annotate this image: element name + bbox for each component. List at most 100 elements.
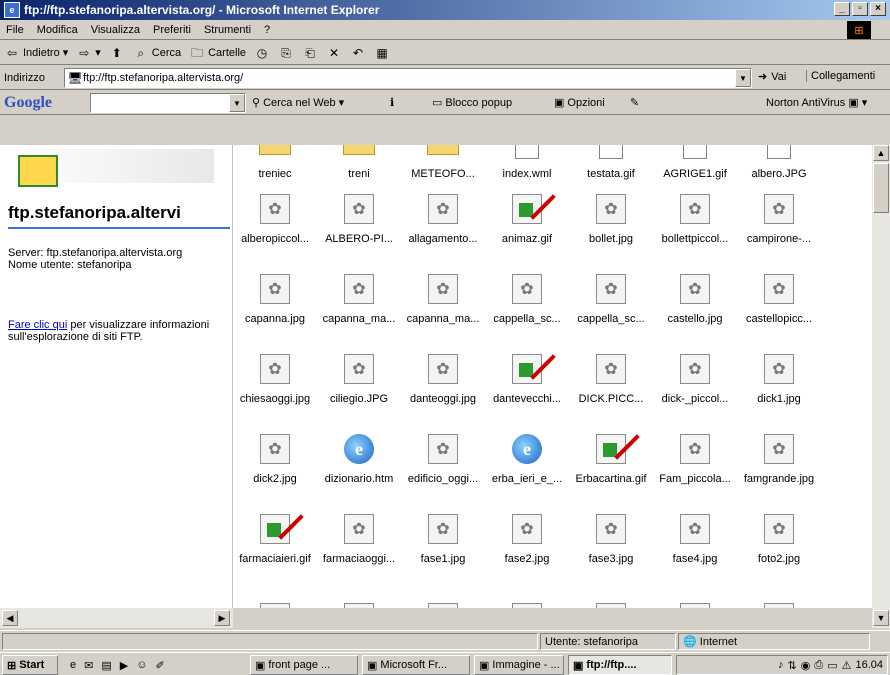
file-item[interactable]: ✿ bollet.jpg xyxy=(569,193,653,245)
file-item[interactable]: index.wml xyxy=(485,145,569,180)
task-immagine[interactable]: ▣ Immagine - ... xyxy=(474,655,564,675)
network-icon[interactable]: ⇅ xyxy=(788,659,797,672)
ie-quicklaunch-icon[interactable]: e xyxy=(70,659,76,671)
task-ftp-active[interactable]: ▣ ftp://ftp.... xyxy=(568,655,672,675)
search-web-button[interactable]: ⚲ Cerca nel Web ▾ xyxy=(252,96,344,110)
file-item[interactable]: ✿ dick2.jpg xyxy=(233,433,317,485)
minimize-button[interactable]: _ xyxy=(834,2,850,16)
google-search-dropdown[interactable]: ▼ xyxy=(229,94,245,112)
file-item[interactable]: ✿ ciliegio.JPG xyxy=(317,353,401,405)
file-item[interactable]: e erba_ieri_e_... xyxy=(485,433,569,485)
google-logo[interactable]: Google xyxy=(4,94,52,112)
menu-preferiti[interactable]: Preferiti xyxy=(153,24,191,36)
title-bar[interactable]: e ftp://ftp.stefanoripa.altervista.org/ … xyxy=(0,0,890,20)
norton-antivirus-button[interactable]: Norton AntiVirus ▣ ▾ xyxy=(766,96,867,110)
file-item[interactable]: treni xyxy=(317,145,401,180)
vertical-scrollbar[interactable]: ▲ ▼ xyxy=(872,145,890,628)
file-item[interactable]: animaz.gif xyxy=(485,193,569,245)
popup-blocker-button[interactable]: ▭ Blocco popup xyxy=(432,96,512,110)
file-item[interactable]: ✿ fase3.jpg xyxy=(569,513,653,565)
file-item[interactable]: ✿ capanna.jpg xyxy=(233,273,317,325)
file-item[interactable]: ✿ dick1.jpg xyxy=(737,353,821,405)
file-item[interactable]: ✿ famgrande.jpg xyxy=(737,433,821,485)
scroll-up-arrow[interactable]: ▲ xyxy=(873,145,889,161)
file-item[interactable]: dantevecchi... xyxy=(485,353,569,405)
options-button[interactable]: ▣ Opzioni xyxy=(554,96,605,110)
volume-icon[interactable]: ♪ xyxy=(778,659,784,671)
close-button[interactable]: × xyxy=(870,2,886,16)
views-icon[interactable]: ▦ xyxy=(374,45,390,61)
file-item[interactable]: farmaciaieri.gif xyxy=(233,513,317,565)
partial-file-icon[interactable] xyxy=(260,603,290,608)
file-item[interactable]: ✿ cappella_sc... xyxy=(485,273,569,325)
outlook-quicklaunch-icon[interactable]: ✉ xyxy=(84,659,93,672)
scroll-left-arrow[interactable]: ◀ xyxy=(2,610,18,626)
go-button[interactable]: ➜ Vai xyxy=(758,70,786,84)
start-button[interactable]: ⊞ Start xyxy=(2,655,58,675)
file-item[interactable]: ✿ Fam_piccola... xyxy=(653,433,737,485)
file-item[interactable]: Erbacartina.gif xyxy=(569,433,653,485)
highlight-icon[interactable]: ✎ xyxy=(630,96,639,109)
file-item[interactable]: ✿ danteoggi.jpg xyxy=(401,353,485,405)
file-item[interactable]: testata.gif xyxy=(569,145,653,180)
partial-file-icon[interactable] xyxy=(428,603,458,608)
file-item[interactable]: e dizionario.htm xyxy=(317,433,401,485)
file-item[interactable]: ✿ edificio_oggi... xyxy=(401,433,485,485)
partial-file-icon[interactable] xyxy=(596,603,626,608)
security-icon[interactable]: ⚠ xyxy=(842,659,852,672)
media-player-quicklaunch-icon[interactable]: ▶ xyxy=(120,659,128,672)
norton-tray-icon[interactable]: ◉ xyxy=(801,659,811,672)
move-to-icon[interactable]: ⎘ xyxy=(278,45,294,61)
info-link[interactable]: Fare clic qui xyxy=(8,319,67,331)
vertical-scroll-thumb[interactable] xyxy=(873,163,889,213)
menu-strumenti[interactable]: Strumenti xyxy=(204,24,251,36)
desktop-quicklaunch-icon[interactable]: ▤ xyxy=(101,659,111,672)
search-button[interactable]: ⌕ Cerca xyxy=(133,45,181,61)
task-microsoft-fr[interactable]: ▣ Microsoft Fr... xyxy=(362,655,470,675)
file-item[interactable]: ✿ chiesaoggi.jpg xyxy=(233,353,317,405)
page-info-icon[interactable]: ℹ xyxy=(390,96,394,109)
file-item[interactable]: ✿ allagamento... xyxy=(401,193,485,245)
delete-icon[interactable]: ✕ xyxy=(326,45,342,61)
file-item[interactable]: AGRIGE1.gif xyxy=(653,145,737,180)
google-search-input[interactable]: ▼ xyxy=(90,93,246,113)
file-item[interactable]: ✿ castello.jpg xyxy=(653,273,737,325)
partial-file-icon[interactable] xyxy=(680,603,710,608)
partial-file-icon[interactable] xyxy=(764,603,794,608)
menu-visualizza[interactable]: Visualizza xyxy=(91,24,140,36)
file-item[interactable]: ✿ capanna_ma... xyxy=(317,273,401,325)
file-item[interactable]: ✿ dick-_piccol... xyxy=(653,353,737,405)
file-item[interactable]: ✿ foto2.jpg xyxy=(737,513,821,565)
file-item[interactable]: ✿ capanna_ma... xyxy=(401,273,485,325)
address-dropdown-arrow[interactable]: ▼ xyxy=(735,69,751,87)
left-pane-horizontal-scrollbar[interactable]: ◀ ▶ xyxy=(0,608,233,628)
menu-modifica[interactable]: Modifica xyxy=(37,24,78,36)
history-icon[interactable]: ◷ xyxy=(254,45,270,61)
undo-icon[interactable]: ↶ xyxy=(350,45,366,61)
file-item[interactable]: ✿ alberopiccol... xyxy=(233,193,317,245)
paint-quicklaunch-icon[interactable]: ✐ xyxy=(155,659,164,672)
partial-file-icon[interactable] xyxy=(512,603,542,608)
file-item[interactable]: ✿ farmaciaoggi... xyxy=(317,513,401,565)
ie-window-icon[interactable]: e xyxy=(4,2,20,18)
file-item[interactable]: treniec xyxy=(233,145,317,180)
partial-file-icon[interactable] xyxy=(344,603,374,608)
maximize-button[interactable]: ▫ xyxy=(852,2,868,16)
file-item[interactable]: ✿ DICK.PICC... xyxy=(569,353,653,405)
file-item[interactable]: ✿ bollettpiccol... xyxy=(653,193,737,245)
up-folder-icon[interactable]: ⬆ xyxy=(109,45,125,61)
folders-button[interactable]: 🗀 Cartelle xyxy=(189,45,246,61)
messenger-quicklaunch-icon[interactable]: ☺ xyxy=(136,659,147,671)
address-input[interactable]: 🖥 ftp://ftp.stefanoripa.altervista.org/ … xyxy=(64,68,752,88)
menu-help[interactable]: ? xyxy=(264,24,270,36)
file-item[interactable]: ✿ fase2.jpg xyxy=(485,513,569,565)
file-item[interactable]: albero.JPG xyxy=(737,145,821,180)
scroll-down-arrow[interactable]: ▼ xyxy=(873,610,889,626)
printer-icon[interactable]: ⎙ xyxy=(814,659,823,672)
file-item[interactable]: ✿ fase1.jpg xyxy=(401,513,485,565)
file-item[interactable]: ✿ fase4.jpg xyxy=(653,513,737,565)
links-button[interactable]: Collegamenti xyxy=(806,70,875,82)
forward-button[interactable]: ⇨ ▾ xyxy=(76,45,101,61)
file-item[interactable]: ✿ ALBERO-PI... xyxy=(317,193,401,245)
file-item[interactable]: ✿ castellopicc... xyxy=(737,273,821,325)
